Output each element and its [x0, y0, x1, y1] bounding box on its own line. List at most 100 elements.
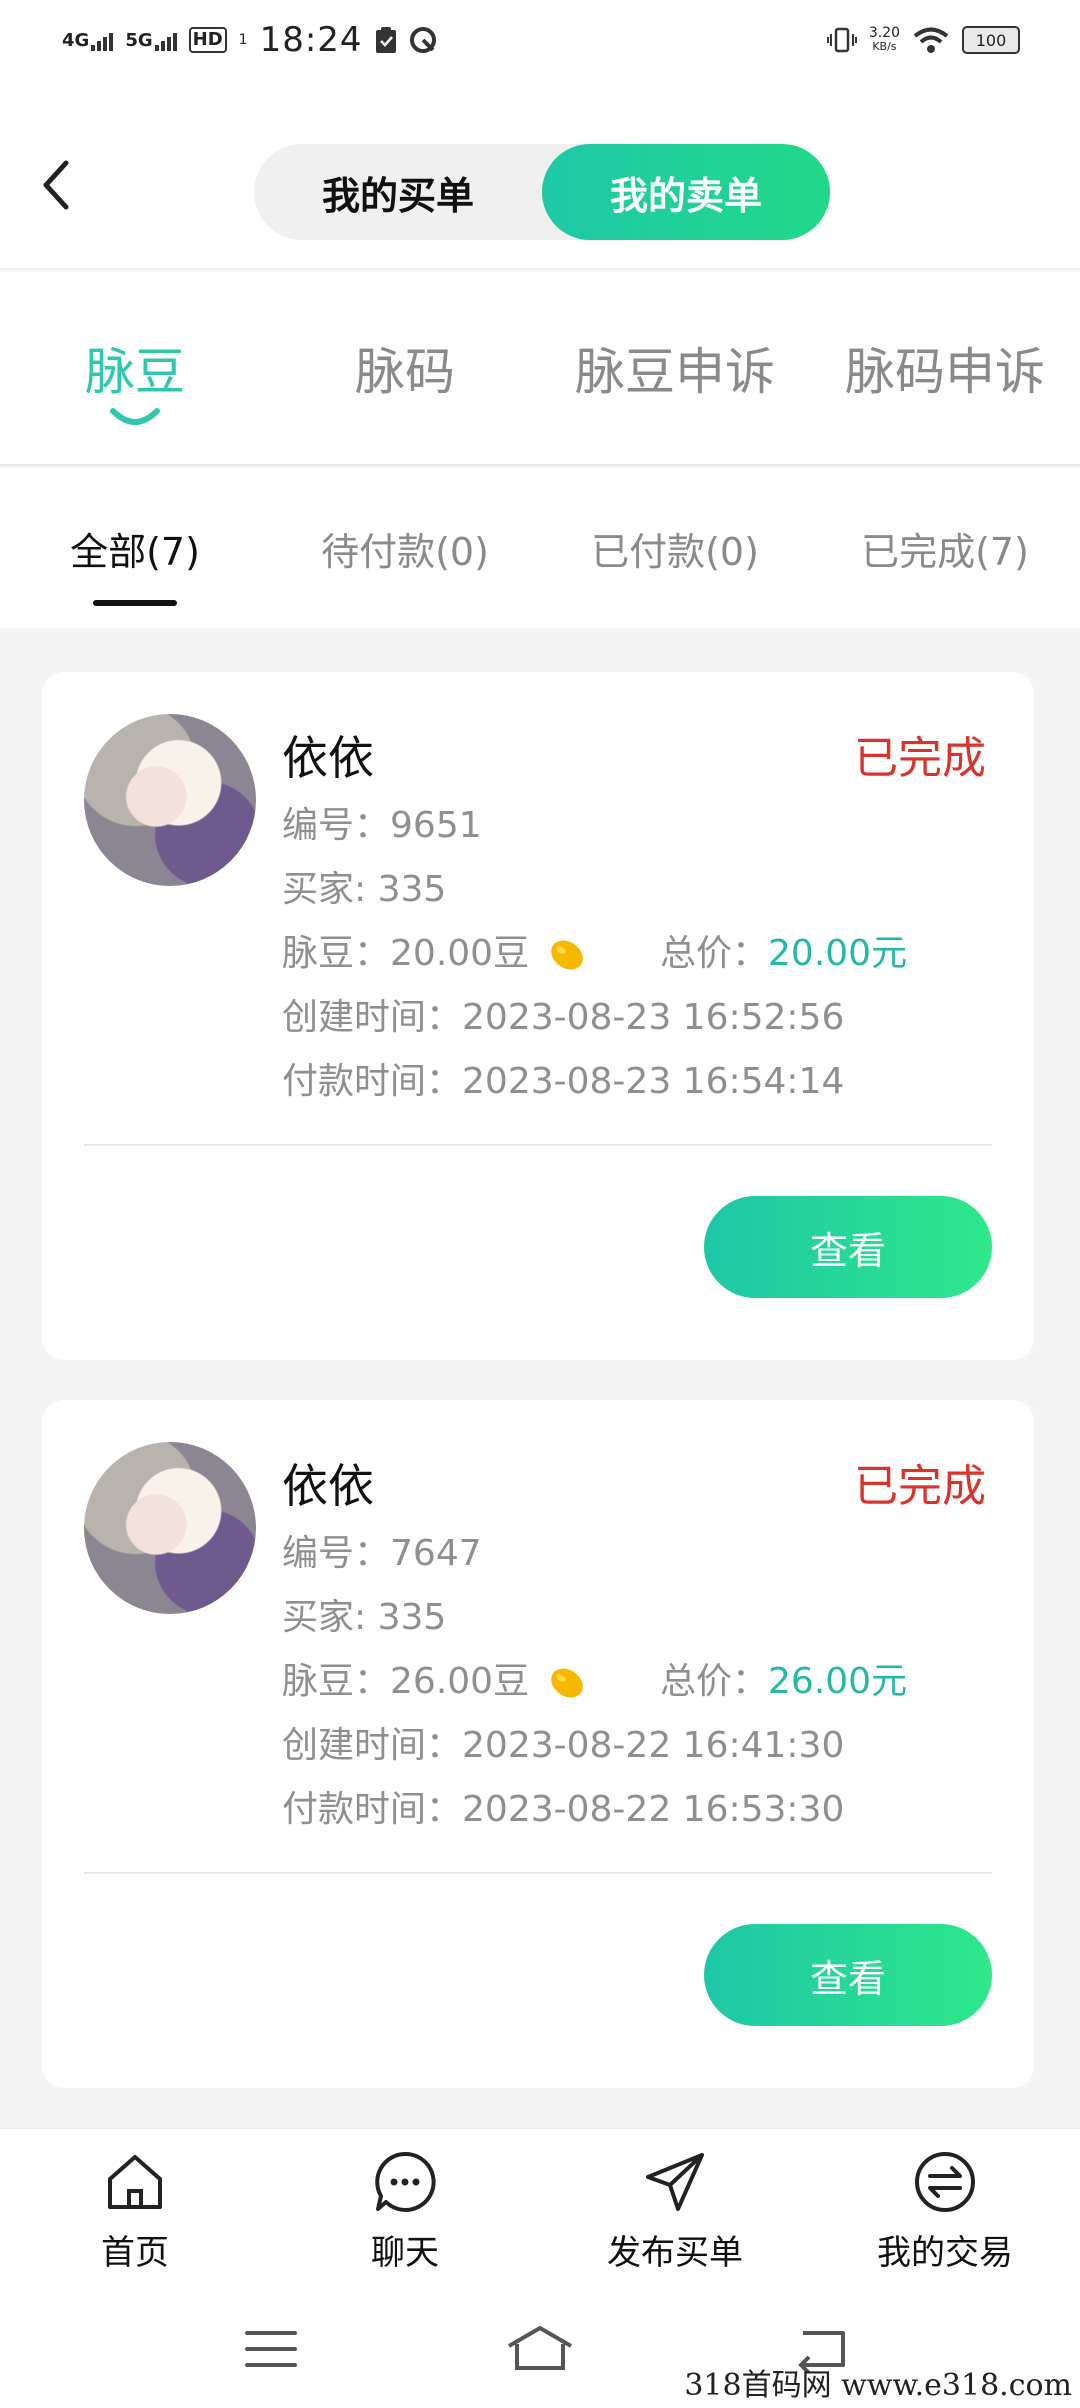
my-sell-orders-tab[interactable]: 我的卖单 — [542, 144, 830, 240]
order-card: 依依 已完成 编号：9651 买家: 335 脉豆：20.00豆 总价：20.0… — [42, 672, 1034, 1360]
status-bar-left: 4G 5G HD 1 18:24 — [62, 20, 437, 60]
paid-label: 付款时间： — [282, 1789, 463, 1830]
header: 我的买单 我的卖单 — [0, 80, 1080, 270]
paid-label: 付款时间： — [282, 1061, 463, 1102]
clock: 18:24 — [259, 20, 363, 60]
view-button[interactable]: 查看 — [704, 1924, 992, 2026]
view-button[interactable]: 查看 — [704, 1196, 992, 1298]
order-status: 已完成 — [854, 733, 986, 784]
send-icon — [646, 2153, 704, 2211]
app-notification-icon — [409, 27, 436, 53]
tab-all-label: 全部(7) — [70, 529, 200, 574]
buyer-label: 买家: — [282, 869, 378, 910]
paid-row: 付款时间：2023-08-23 16:54:14 — [282, 1052, 844, 1104]
seller-name: 依依 — [282, 1459, 374, 1513]
nav-my-trades-label: 我的交易 — [877, 2233, 1013, 2273]
created-label: 创建时间： — [282, 1725, 463, 1766]
avatar — [84, 1442, 256, 1614]
total-price: 20.00元 — [768, 933, 908, 974]
exchange-icon — [915, 2152, 975, 2212]
nav-publish-buy[interactable]: 发布买单 — [540, 2129, 810, 2294]
system-home-button[interactable] — [505, 2314, 575, 2384]
tab-pending-payment[interactable]: 待付款(0) — [270, 468, 540, 628]
created-row: 创建时间：2023-08-22 16:41:30 — [282, 1716, 844, 1768]
tab-all[interactable]: 全部(7) — [0, 468, 270, 628]
vibrate-icon — [826, 27, 857, 53]
hd-icon: HD — [188, 27, 227, 53]
battery-icon: 100 — [962, 26, 1020, 54]
category-tabs: 脉豆 脉码 脉豆申诉 脉码申诉 — [0, 272, 1080, 466]
total-label: 总价： — [660, 1661, 769, 1702]
bottom-nav: 首页 聊天 发布买单 我的交易 — [0, 2128, 1080, 2294]
created-row: 创建时间：2023-08-23 16:52:56 — [282, 988, 844, 1040]
speed-unit: KB/s — [872, 40, 897, 53]
buyer-id: 335 — [377, 1597, 447, 1638]
system-nav: 318首码网 www.e318.com — [0, 2294, 1080, 2408]
order-id: 7647 — [390, 1533, 482, 1574]
system-menu-button[interactable] — [236, 2314, 306, 2384]
created-label: 创建时间： — [282, 997, 463, 1038]
paid-time: 2023-08-23 16:54:14 — [462, 1061, 845, 1102]
seller-name: 依依 — [282, 731, 374, 785]
nav-home[interactable]: 首页 — [0, 2129, 270, 2294]
total-label: 总价： — [660, 933, 769, 974]
bean-amount: 26.00豆 — [390, 1661, 530, 1702]
back-button[interactable] — [30, 155, 80, 215]
tab-maidou[interactable]: 脉豆 — [0, 272, 270, 464]
nav-publish-buy-label: 发布买单 — [607, 2233, 743, 2273]
tab-maidou-appeal[interactable]: 脉豆申诉 — [540, 272, 810, 464]
signal-5g-label: 5G — [125, 29, 153, 51]
card-divider — [84, 1144, 992, 1146]
chevron-left-icon — [43, 160, 69, 210]
order-type-switch: 我的买单 我的卖单 — [254, 144, 830, 240]
created-time: 2023-08-22 16:41:30 — [462, 1725, 845, 1766]
tab-maima[interactable]: 脉码 — [270, 272, 540, 464]
avatar — [84, 714, 256, 886]
bean-row: 脉豆：26.00豆 — [282, 1652, 587, 1704]
total-row: 总价：26.00元 — [660, 1652, 907, 1704]
tab-completed[interactable]: 已完成(7) — [810, 468, 1080, 628]
buyer-row: 买家: 335 — [282, 860, 446, 912]
signal-5g-icon: 5G — [125, 29, 177, 51]
watermark: 318首码网 www.e318.com — [684, 2368, 1072, 2403]
clipboard-icon — [375, 27, 396, 53]
order-id-label: 编号： — [282, 1533, 391, 1574]
my-buy-orders-tab[interactable]: 我的买单 — [254, 144, 542, 240]
tab-maima-appeal[interactable]: 脉码申诉 — [810, 272, 1080, 464]
total-row: 总价：20.00元 — [660, 924, 907, 976]
nav-my-trades[interactable]: 我的交易 — [810, 2129, 1080, 2294]
paid-row: 付款时间：2023-08-22 16:53:30 — [282, 1780, 844, 1832]
bean-icon — [551, 1668, 583, 1698]
nav-chat-label: 聊天 — [371, 2233, 439, 2273]
network-speed: 3.20 KB/s — [869, 26, 900, 54]
buyer-row: 买家: 335 — [282, 1588, 446, 1640]
total-price: 26.00元 — [768, 1661, 908, 1702]
tab-paid[interactable]: 已付款(0) — [540, 468, 810, 628]
order-id-row: 编号：9651 — [282, 796, 482, 848]
home-icon — [108, 2155, 162, 2209]
bean-row: 脉豆：20.00豆 — [282, 924, 587, 976]
bean-label: 脉豆： — [282, 933, 391, 974]
tab-maidou-label: 脉豆 — [85, 343, 185, 401]
nav-chat[interactable]: 聊天 — [270, 2129, 540, 2294]
buyer-id: 335 — [377, 869, 447, 910]
speed-value: 3.20 — [868, 25, 900, 41]
order-status: 已完成 — [854, 1461, 986, 1512]
bean-amount: 20.00豆 — [390, 933, 530, 974]
created-time: 2023-08-23 16:52:56 — [462, 997, 845, 1038]
active-tab-indicator — [110, 408, 160, 425]
status-tabs: 全部(7) 待付款(0) 已付款(0) 已完成(7) — [0, 468, 1080, 628]
bean-label: 脉豆： — [282, 1661, 391, 1702]
paid-time: 2023-08-22 16:53:30 — [462, 1789, 845, 1830]
tab-all-underline — [93, 600, 177, 606]
order-id: 9651 — [390, 805, 482, 846]
bean-icon — [551, 940, 583, 970]
page: 4G 5G HD 1 18:24 3.20 KB/s 100 我的买单 我的卖单… — [0, 0, 1080, 2408]
card-divider — [84, 1872, 992, 1874]
home-outline-icon — [507, 2326, 573, 2370]
signal-4g-icon: 4G — [62, 29, 114, 51]
order-card: 依依 已完成 编号：7647 买家: 335 脉豆：26.00豆 总价：26.0… — [42, 1400, 1034, 2088]
signal-4g-label: 4G — [62, 29, 90, 51]
menu-icon — [245, 2331, 297, 2367]
order-id-label: 编号： — [282, 805, 391, 846]
